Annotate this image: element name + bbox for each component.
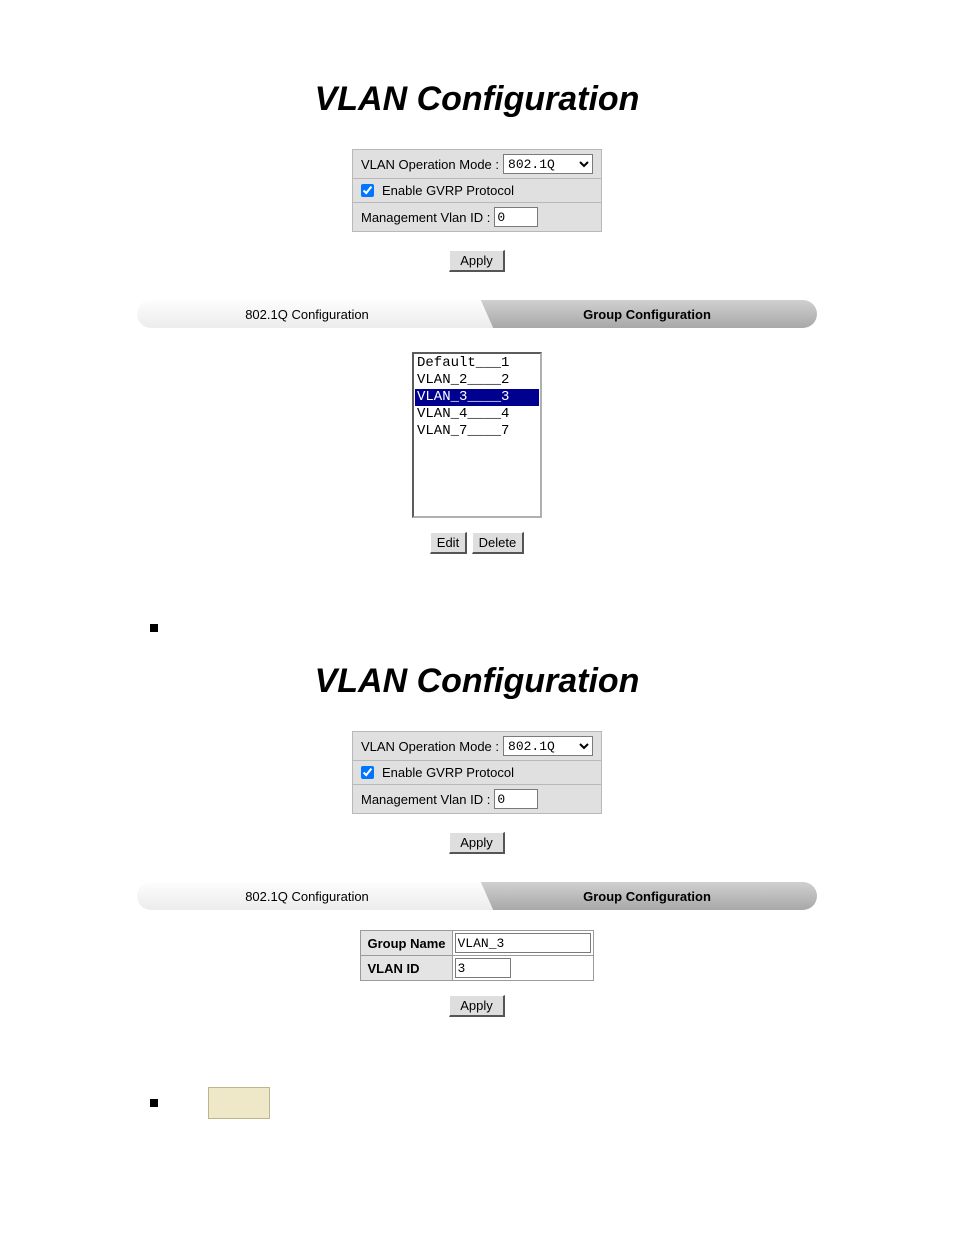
operation-mode-label: VLAN Operation Mode : — [361, 157, 499, 172]
operation-mode-select[interactable]: 802.1Q — [503, 736, 593, 756]
vlan-config-section-2: VLAN Configuration VLAN Operation Mode :… — [0, 662, 954, 1017]
bullet-marker — [150, 1099, 158, 1107]
enable-gvrp-checkbox[interactable] — [361, 184, 374, 197]
bullet-marker — [150, 624, 158, 632]
tab-8021q-configuration[interactable]: 802.1Q Configuration — [137, 882, 477, 910]
vlan-listbox[interactable]: Default___1VLAN_2____2VLAN_3____3VLAN_4_… — [412, 352, 542, 518]
vlan-config-section-1: VLAN Configuration VLAN Operation Mode :… — [0, 80, 954, 554]
apply-button[interactable]: Apply — [449, 250, 505, 272]
mgmt-vlan-input[interactable] — [494, 789, 538, 809]
page-title: VLAN Configuration — [0, 662, 954, 701]
list-item[interactable]: Default___1 — [415, 355, 539, 372]
list-item[interactable]: VLAN_7____7 — [415, 423, 539, 440]
tab-group-configuration[interactable]: Group Configuration — [477, 882, 817, 910]
color-swatch — [208, 1087, 270, 1119]
mgmt-vlan-input[interactable] — [494, 207, 538, 227]
list-item[interactable]: VLAN_2____2 — [415, 372, 539, 389]
apply-button[interactable]: Apply — [449, 995, 505, 1017]
tab-bar: 802.1Q Configuration Group Configuration — [137, 882, 817, 910]
tab-8021q-configuration[interactable]: 802.1Q Configuration — [137, 300, 477, 328]
group-name-label: Group Name — [367, 936, 445, 951]
enable-gvrp-label: Enable GVRP Protocol — [382, 183, 514, 198]
enable-gvrp-checkbox[interactable] — [361, 766, 374, 779]
enable-gvrp-label: Enable GVRP Protocol — [382, 765, 514, 780]
list-item[interactable]: VLAN_3____3 — [415, 389, 539, 406]
operation-mode-select[interactable]: 802.1Q — [503, 154, 593, 174]
vlan-id-input[interactable] — [455, 958, 511, 978]
operation-mode-label: VLAN Operation Mode : — [361, 739, 499, 754]
tab-group-configuration[interactable]: Group Configuration — [477, 300, 817, 328]
edit-button[interactable]: Edit — [430, 532, 467, 554]
page-title: VLAN Configuration — [0, 80, 954, 119]
apply-button[interactable]: Apply — [449, 832, 505, 854]
group-edit-table: Group Name VLAN ID — [360, 930, 593, 981]
settings-panel: VLAN Operation Mode : 802.1Q Enable GVRP… — [352, 731, 602, 814]
group-name-input[interactable] — [455, 933, 591, 953]
tab-bar: 802.1Q Configuration Group Configuration — [137, 300, 817, 328]
list-item[interactable]: VLAN_4____4 — [415, 406, 539, 423]
delete-button[interactable]: Delete — [472, 532, 525, 554]
mgmt-vlan-label: Management Vlan ID : — [361, 792, 490, 807]
settings-panel: VLAN Operation Mode : 802.1Q Enable GVRP… — [352, 149, 602, 232]
mgmt-vlan-label: Management Vlan ID : — [361, 210, 490, 225]
vlan-id-label: VLAN ID — [367, 961, 419, 976]
